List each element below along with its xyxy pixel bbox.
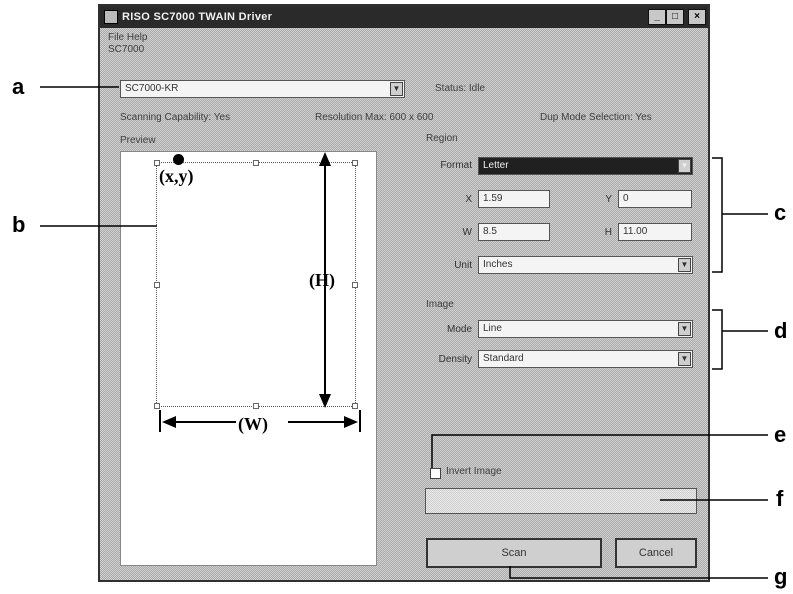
callout-f: f <box>776 486 784 511</box>
bracket-d <box>712 309 723 370</box>
callout-c: c <box>774 200 787 225</box>
arrow-right-icon <box>344 416 358 428</box>
callout-g: g <box>774 564 788 589</box>
arrow-left-icon <box>162 416 176 428</box>
callout-line-e <box>431 434 768 468</box>
callout-a: a <box>12 74 25 99</box>
arrow-up-icon <box>319 152 331 166</box>
bracket-c <box>712 157 723 273</box>
callout-e: e <box>774 422 787 447</box>
arrow-down-icon <box>319 394 331 408</box>
callout-b: b <box>12 212 26 237</box>
callout-d: d <box>774 318 788 343</box>
annotation-overlay <box>40 86 768 579</box>
callout-line-g <box>509 566 768 579</box>
